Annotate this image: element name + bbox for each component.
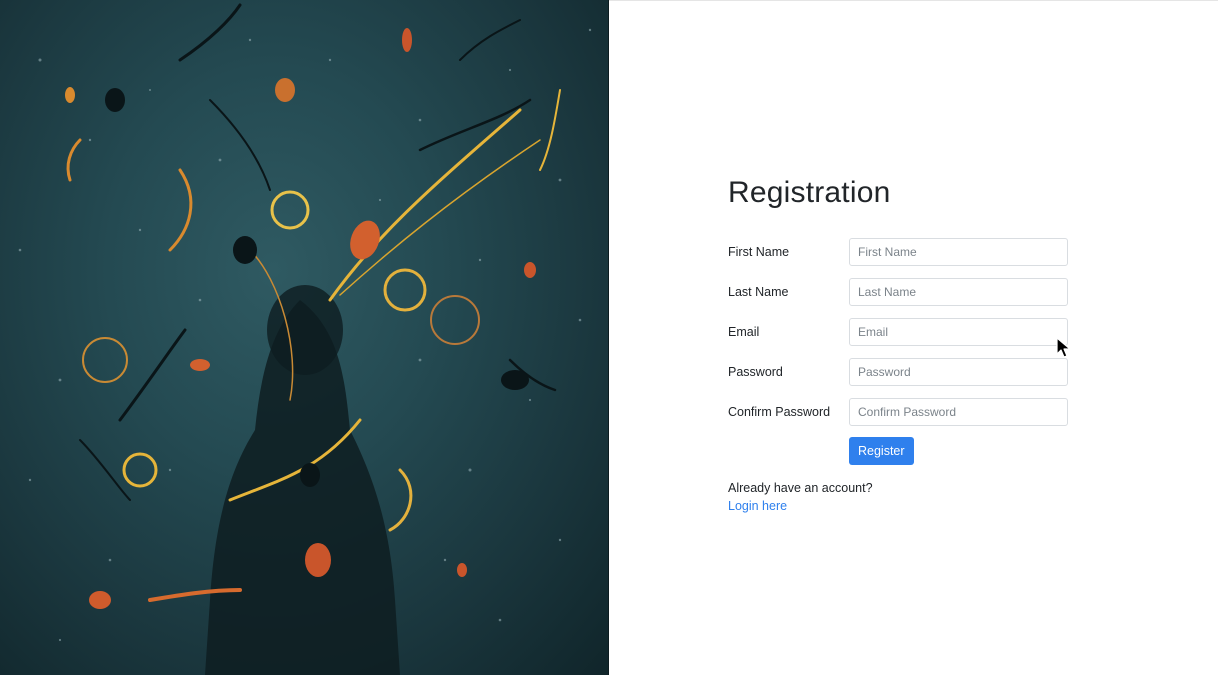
email-row: Email bbox=[728, 317, 1088, 347]
last-name-label: Last Name bbox=[728, 285, 789, 299]
last-name-input[interactable] bbox=[849, 278, 1068, 306]
first-name-label: First Name bbox=[728, 245, 790, 259]
confirm-password-input[interactable] bbox=[849, 398, 1068, 426]
first-name-row: First Name bbox=[728, 237, 1088, 267]
registration-form: Registration First Name Last Name Email … bbox=[728, 173, 1088, 515]
register-button[interactable]: Register bbox=[849, 437, 914, 465]
submit-row: Register bbox=[728, 437, 1088, 467]
confirm-password-row: Confirm Password bbox=[728, 397, 1088, 427]
registration-form-panel: Registration First Name Last Name Email … bbox=[609, 0, 1218, 675]
confirm-password-label: Confirm Password bbox=[728, 405, 831, 419]
decorative-artwork bbox=[0, 0, 609, 675]
page-title: Registration bbox=[728, 176, 891, 209]
registration-page: Registration First Name Last Name Email … bbox=[0, 0, 1218, 675]
email-label: Email bbox=[728, 325, 760, 339]
password-input[interactable] bbox=[849, 358, 1068, 386]
abstract-paint-art bbox=[18, 3, 592, 675]
first-name-input[interactable] bbox=[849, 238, 1068, 266]
account-prompt: Already have an account? bbox=[728, 481, 873, 495]
password-label: Password bbox=[728, 365, 783, 379]
email-input[interactable] bbox=[849, 318, 1068, 346]
login-link[interactable]: Login here bbox=[728, 497, 1088, 515]
last-name-row: Last Name bbox=[728, 277, 1088, 307]
password-row: Password bbox=[728, 357, 1088, 387]
mouse-pointer-icon bbox=[1056, 337, 1071, 358]
